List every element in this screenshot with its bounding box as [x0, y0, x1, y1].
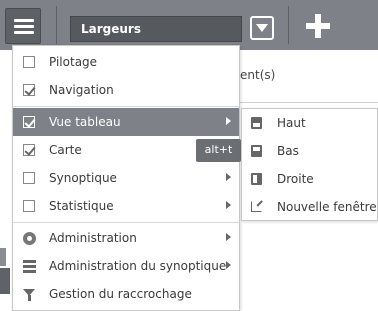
checkbox[interactable] — [23, 200, 35, 212]
menu-item-label: Synoptique — [49, 171, 117, 185]
checkbox-checked[interactable] — [23, 144, 35, 156]
menu-item-synoptique[interactable]: Synoptique — [13, 164, 239, 192]
submenu-item-label: Haut — [277, 116, 306, 130]
chevron-right-icon — [226, 201, 231, 209]
menu-item-label: Navigation — [49, 83, 114, 97]
menu-divider — [13, 106, 239, 107]
menu-item-administration-synoptique[interactable]: Administration du synoptique — [13, 252, 239, 280]
scrollbar-thumb[interactable] — [0, 268, 10, 294]
toolbar-divider — [288, 6, 289, 44]
toolbar-divider — [56, 6, 57, 44]
chevron-right-icon — [226, 117, 231, 125]
menu-item-gestion-raccrochage[interactable]: Gestion du raccrochage — [13, 280, 239, 308]
submenu-item-label: Nouvelle fenêtre — [277, 200, 377, 214]
checkbox[interactable] — [23, 56, 35, 68]
hamburger-icon-bar — [14, 25, 34, 28]
hamburger-icon-bar — [14, 19, 34, 22]
vue-tableau-submenu: Haut Bas Droite Nouvelle fenêtre — [241, 108, 378, 221]
menu-item-vue-tableau[interactable]: Vue tableau — [13, 108, 239, 136]
chevron-down-icon[interactable] — [250, 16, 274, 40]
submenu-item-droite[interactable]: Droite — [242, 165, 377, 193]
external-link-icon — [251, 201, 262, 212]
pane-top-icon — [251, 117, 262, 129]
menu-item-administration[interactable]: Administration — [13, 224, 239, 252]
list-icon — [23, 260, 36, 273]
menu-item-label: Pilotage — [49, 55, 98, 69]
menu-item-label: Gestion du raccrochage — [49, 287, 192, 301]
add-icon[interactable] — [306, 14, 330, 38]
shortcut-tooltip: alt+t — [196, 139, 241, 162]
menu-item-navigation[interactable]: Navigation — [13, 76, 239, 104]
submenu-item-haut[interactable]: Haut — [242, 109, 377, 137]
menu-item-label: Vue tableau — [49, 115, 121, 129]
submenu-item-label: Droite — [277, 172, 314, 186]
submenu-item-bas[interactable]: Bas — [242, 137, 377, 165]
menu-item-label: Administration — [49, 231, 137, 245]
menu-item-pilotage[interactable]: Pilotage — [13, 48, 239, 76]
toolbar: Largeurs — [0, 0, 378, 50]
submenu-item-nouvelle-fenetre[interactable]: Nouvelle fenêtre — [242, 193, 377, 221]
gear-icon — [23, 232, 36, 245]
scrollbar[interactable] — [0, 248, 6, 266]
menu-item-label: Statistique — [49, 199, 114, 213]
checkbox-checked[interactable] — [23, 116, 35, 128]
checkbox-checked[interactable] — [23, 84, 35, 96]
pane-bottom-icon — [251, 145, 262, 157]
submenu-item-label: Bas — [277, 144, 299, 158]
filter-icon — [23, 289, 35, 301]
background-text: ent(s) — [240, 68, 276, 82]
menu-toggle-button[interactable] — [5, 8, 41, 44]
divider — [240, 102, 378, 103]
checkbox[interactable] — [23, 172, 35, 184]
view-select-input[interactable]: Largeurs — [70, 16, 242, 42]
menu-item-label: Carte — [49, 143, 82, 157]
menu-item-label: Administration du synoptique — [49, 259, 227, 273]
menu-item-statistique[interactable]: Statistique — [13, 192, 239, 220]
pane-right-icon — [251, 173, 262, 185]
main-menu: Pilotage Navigation Vue tableau Carte Sy… — [12, 45, 240, 311]
chevron-right-icon — [226, 233, 231, 241]
chevron-right-icon — [226, 173, 231, 181]
hamburger-icon-bar — [14, 31, 34, 34]
menu-divider — [13, 222, 239, 223]
chevron-right-icon — [226, 261, 231, 269]
